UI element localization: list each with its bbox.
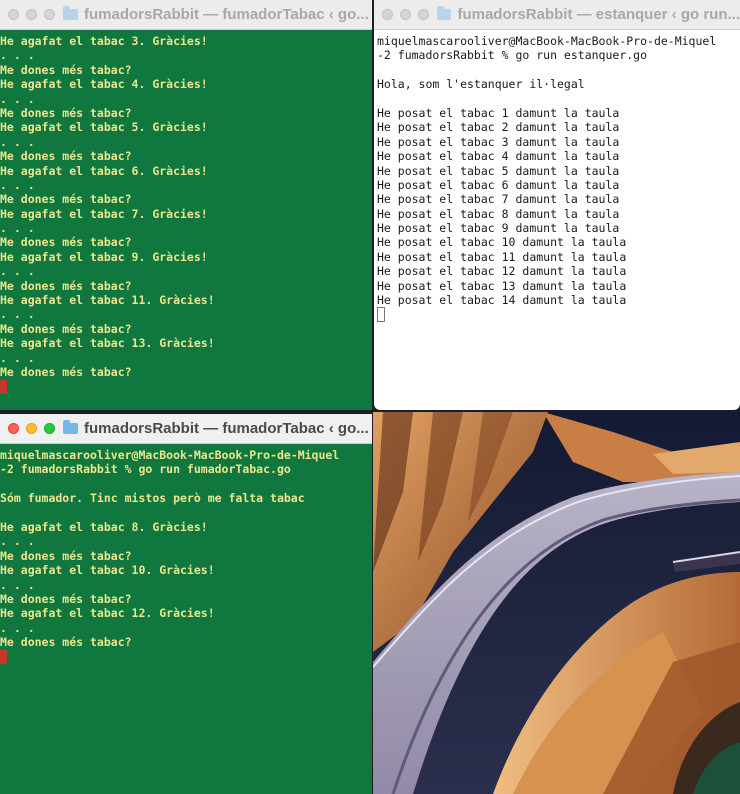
terminal-prompt-line (0, 379, 372, 394)
terminal-prompt-line (374, 307, 740, 323)
terminal-line: . . . (0, 620, 35, 635)
wallpaper-mountain-road-image (373, 412, 740, 794)
terminal-line: He agafat el tabac 8. Gràcies! (0, 519, 208, 534)
terminal-line: He posat el tabac 6 damunt la taula (377, 177, 620, 192)
terminal-line: He agafat el tabac 10. Gràcies! (0, 563, 215, 578)
terminal-line: He posat el tabac 7 damunt la taula (377, 192, 620, 207)
terminal-output[interactable]: miquelmascarooliver@MacBook-MacBook-Pro-… (374, 30, 740, 410)
zoom-window-button[interactable] (44, 423, 55, 434)
terminal-line: . . . (0, 177, 35, 192)
terminal-line: Me dones més tabac? (0, 235, 132, 250)
terminal-line: He posat el tabac 3 damunt la taula (377, 134, 620, 149)
terminal-line: He posat el tabac 5 damunt la taula (377, 163, 620, 178)
terminal-line: Hola, som l'estanquer il·legal (377, 77, 585, 92)
terminal-line: He agafat el tabac 3. Gràcies! (0, 34, 208, 48)
terminal-line: . . . (0, 307, 35, 322)
terminal-output[interactable]: miquelmascarooliver@MacBook-MacBook-Pro-… (0, 444, 372, 794)
close-window-button[interactable] (8, 9, 19, 20)
window-title: fumadorsRabbit — fumadorTabac ‹ go... (84, 6, 369, 23)
terminal-window-estanquer[interactable]: fumadorsRabbit — estanquer ‹ go run... m… (374, 0, 740, 410)
terminal-line: Me dones més tabac? (0, 364, 132, 379)
close-window-button[interactable] (8, 423, 19, 434)
terminal-line: -2 fumadorsRabbit % go run estanquer.go (377, 48, 648, 63)
terminal-line: He posat el tabac 9 damunt la taula (377, 221, 620, 236)
minimize-window-button[interactable] (26, 9, 37, 20)
desktop-wallpaper (373, 412, 740, 794)
terminal-line: He agafat el tabac 11. Gràcies! (0, 293, 215, 308)
window-titlebar[interactable]: fumadorsRabbit — fumadorTabac ‹ go... (0, 414, 372, 444)
folder-icon (63, 6, 78, 20)
text-cursor (0, 379, 7, 394)
terminal-line: . . . (0, 534, 35, 549)
zoom-window-button[interactable] (44, 9, 55, 20)
terminal-line: miquelmascarooliver@MacBook-MacBook-Pro-… (0, 448, 340, 462)
terminal-line: Me dones més tabac? (0, 591, 132, 606)
terminal-line: . . . (0, 264, 35, 279)
window-controls (382, 9, 429, 20)
terminal-line: Me dones més tabac? (0, 635, 132, 650)
window-title: fumadorsRabbit — fumadorTabac ‹ go... (84, 420, 369, 437)
terminal-prompt-line (0, 649, 372, 664)
terminal-line: Me dones més tabac? (0, 62, 132, 77)
terminal-line: . . . (0, 350, 35, 365)
minimize-window-button[interactable] (26, 423, 37, 434)
terminal-line: He posat el tabac 10 damunt la taula (377, 235, 627, 250)
terminal-line: He agafat el tabac 7. Gràcies! (0, 206, 208, 221)
terminal-line: Me dones més tabac? (0, 278, 132, 293)
folder-icon (63, 420, 78, 434)
terminal-line: Sóm fumador. Tinc mistos però me falta t… (0, 491, 305, 506)
terminal-line: He agafat el tabac 12. Gràcies! (0, 606, 215, 621)
terminal-line: He agafat el tabac 6. Gràcies! (0, 163, 208, 178)
terminal-line: . . . (0, 48, 35, 63)
terminal-line: He agafat el tabac 9. Gràcies! (0, 249, 208, 264)
terminal-line: He posat el tabac 12 damunt la taula (377, 264, 627, 279)
window-titlebar[interactable]: fumadorsRabbit — fumadorTabac ‹ go... (0, 0, 372, 30)
terminal-line: . . . (0, 221, 35, 236)
terminal-line: He agafat el tabac 13. Gràcies! (0, 336, 215, 351)
terminal-line: He posat el tabac 1 damunt la taula (377, 105, 620, 120)
window-title: fumadorsRabbit — estanquer ‹ go run... (457, 6, 740, 23)
terminal-line: Me dones més tabac? (0, 321, 132, 336)
terminal-line: He posat el tabac 11 damunt la taula (377, 249, 627, 264)
window-titlebar[interactable]: fumadorsRabbit — estanquer ‹ go run... (374, 0, 740, 30)
terminal-line: . . . (0, 134, 35, 149)
folder-icon (437, 6, 452, 20)
window-controls (8, 9, 55, 20)
zoom-window-button[interactable] (418, 9, 429, 20)
terminal-line: He posat el tabac 14 damunt la taula (377, 293, 627, 308)
terminal-line: He posat el tabac 2 damunt la taula (377, 120, 620, 135)
terminal-window-fumador-top[interactable]: fumadorsRabbit — fumadorTabac ‹ go... He… (0, 0, 372, 410)
text-cursor (0, 649, 7, 664)
terminal-line: Me dones més tabac? (0, 192, 132, 207)
window-controls (8, 423, 55, 434)
terminal-line: Me dones més tabac? (0, 105, 132, 120)
terminal-line: He posat el tabac 4 damunt la taula (377, 149, 620, 164)
terminal-line: He posat el tabac 8 damunt la taula (377, 206, 620, 221)
terminal-line: Me dones més tabac? (0, 149, 132, 164)
terminal-line: He agafat el tabac 5. Gràcies! (0, 120, 208, 135)
terminal-line: Me dones més tabac? (0, 548, 132, 563)
text-cursor (377, 307, 385, 323)
terminal-output[interactable]: He agafat el tabac 3. Gràcies!. . . Me do… (0, 30, 372, 410)
terminal-line: He posat el tabac 13 damunt la taula (377, 278, 627, 293)
minimize-window-button[interactable] (400, 9, 411, 20)
terminal-line: . . . (0, 577, 35, 592)
terminal-line: -2 fumadorsRabbit % go run fumadorTabac.… (0, 462, 291, 477)
terminal-line: miquelmascarooliver@MacBook-MacBook-Pro-… (377, 34, 717, 48)
terminal-line: He agafat el tabac 4. Gràcies! (0, 77, 208, 92)
close-window-button[interactable] (382, 9, 393, 20)
terminal-window-fumador-bottom[interactable]: fumadorsRabbit — fumadorTabac ‹ go... mi… (0, 414, 372, 794)
terminal-line: . . . (0, 91, 35, 106)
